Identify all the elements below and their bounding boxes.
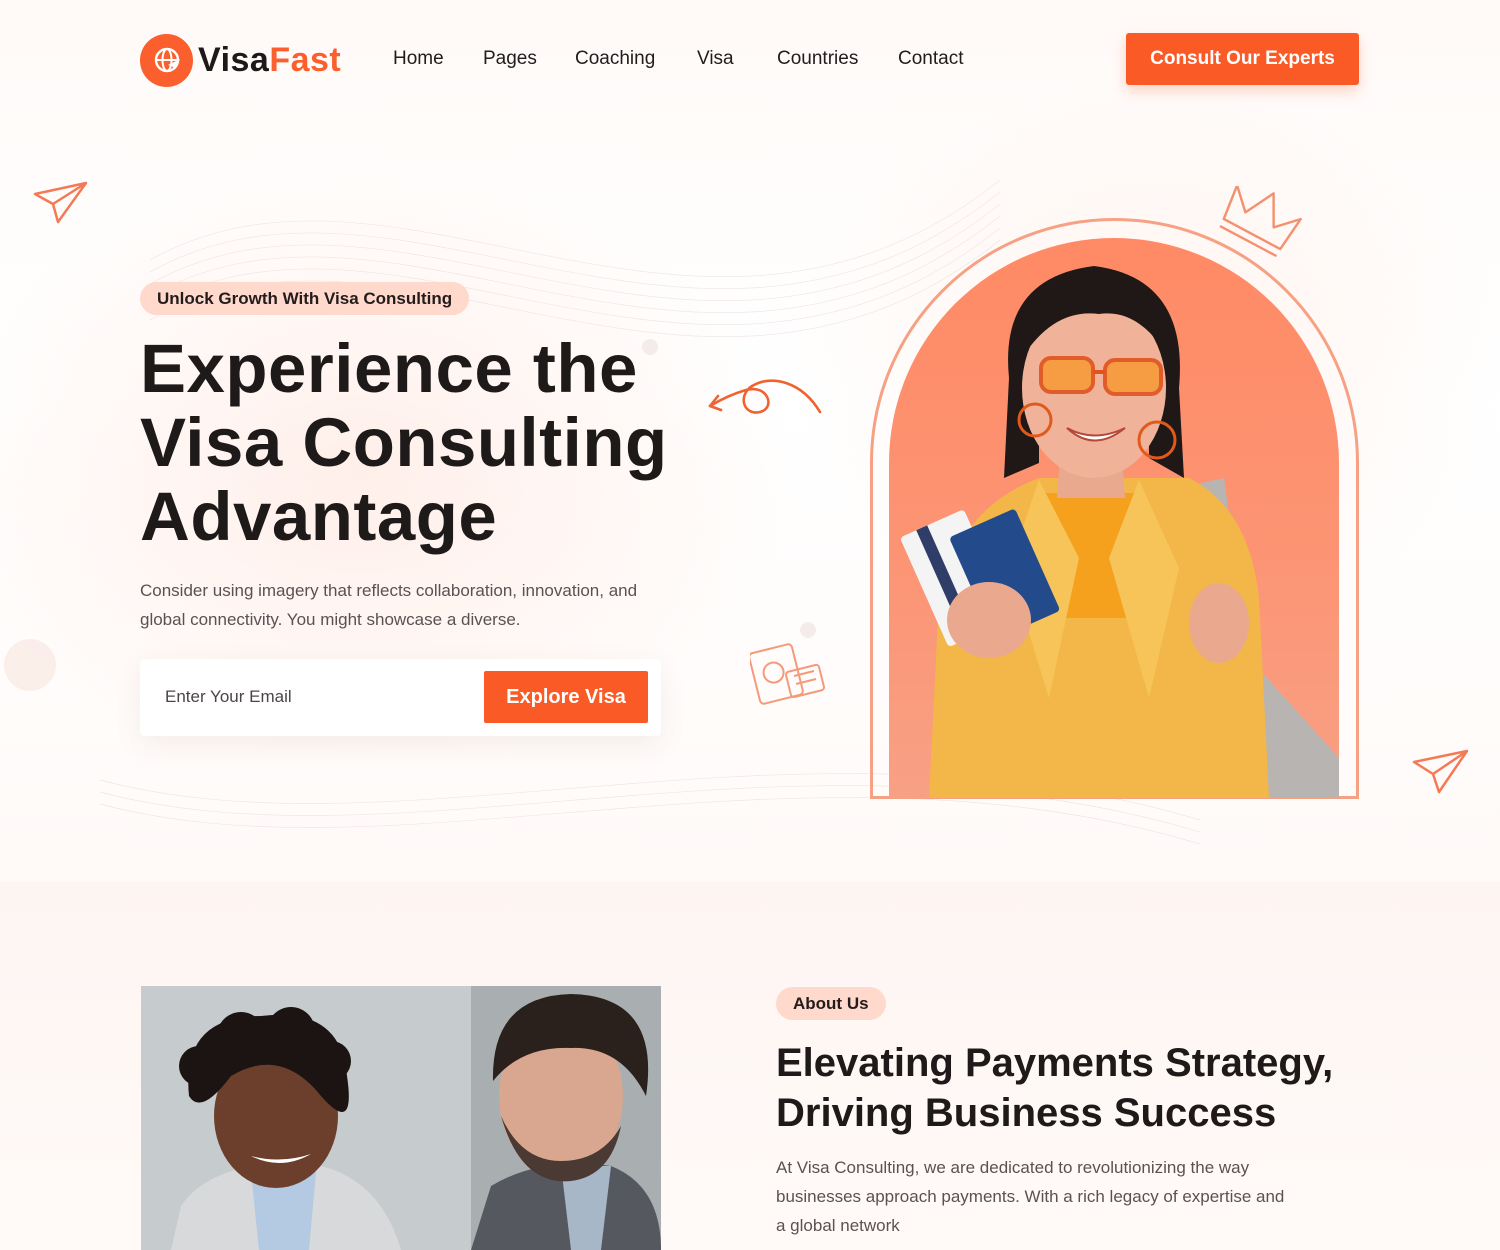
brand-name-part1: Visa <box>198 40 270 79</box>
email-subscribe-form: Explore Visa <box>140 659 661 736</box>
email-input[interactable] <box>160 677 480 717</box>
nav-item-coaching[interactable]: Coaching <box>575 48 655 70</box>
paper-plane-icon <box>33 181 88 224</box>
passport-icon <box>750 643 826 705</box>
about-badge: About Us <box>776 987 886 1020</box>
hero-traveler-photo <box>889 238 1339 798</box>
hero-title: Experience the Visa Consulting Advantage <box>140 332 760 554</box>
brand-name: VisaFast <box>198 41 341 80</box>
hero-title-line1: Experience the <box>140 330 638 407</box>
brand-name-part2: Fast <box>269 40 342 79</box>
hero-title-line3: Advantage <box>140 478 498 555</box>
page: VisaFast Home Pages Coaching Visa Countr… <box>0 0 1500 1250</box>
about-title: Elevating Payments Strategy, Driving Bus… <box>776 1038 1396 1138</box>
brand-logo[interactable]: VisaFast <box>140 33 341 87</box>
nav-item-contact[interactable]: Contact <box>898 48 963 70</box>
nav-item-visa[interactable]: Visa <box>697 48 734 70</box>
hero-title-line2: Visa Consulting <box>140 404 668 481</box>
hero-description: Consider using imagery that reflects col… <box>140 581 638 629</box>
about-title-line2: Driving Business Success <box>776 1091 1277 1135</box>
hero-badge: Unlock Growth With Visa Consulting <box>140 282 470 315</box>
nav-item-countries[interactable]: Countries <box>777 48 858 70</box>
nav-item-home[interactable]: Home <box>393 48 444 70</box>
about-business-photo <box>141 986 661 1250</box>
about-title-line1: Elevating Payments Strategy, <box>776 1041 1334 1085</box>
nav-item-pages[interactable]: Pages <box>483 48 537 70</box>
globe-plane-icon <box>140 33 193 87</box>
consult-experts-button[interactable]: Consult Our Experts <box>1126 33 1359 85</box>
explore-visa-button[interactable]: Explore Visa <box>484 671 648 723</box>
paper-plane-icon <box>1412 749 1469 794</box>
about-description: At Visa Consulting, we are dedicated to … <box>776 1158 1285 1235</box>
